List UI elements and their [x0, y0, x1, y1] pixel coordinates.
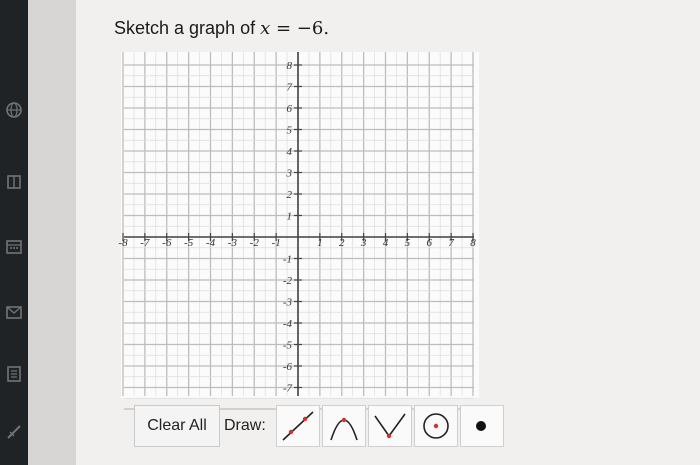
y-tick-label: 8 [287, 60, 293, 72]
draw-label: Draw: [224, 417, 266, 434]
y-tick-label: 2 [287, 189, 293, 201]
y-tick-label: -6 [283, 361, 293, 373]
x-tick-label: 3 [360, 237, 367, 249]
y-tick-label: -5 [283, 340, 293, 352]
clear-all-button[interactable]: Clear All [134, 405, 220, 447]
y-tick-label: 7 [287, 82, 293, 94]
graph-canvas[interactable]: -8 -7 -6 -5 -4 -3 -2 -1 1 2 3 4 5 6 7 8 87654321-1-2-3-… [0, 0, 700, 465]
x-tick-label: -4 [206, 237, 216, 249]
line-tool-button[interactable] [276, 405, 320, 447]
x-tick-label: 4 [383, 237, 389, 249]
y-tick-label: -1 [283, 254, 292, 266]
y-tick-label: 5 [287, 125, 293, 137]
x-tick-label: 8 [470, 237, 476, 249]
absolute-value-tool-button[interactable] [368, 405, 412, 447]
y-tick-label: -3 [283, 297, 293, 309]
x-tick-label: 7 [448, 237, 454, 249]
point-tool-icon [476, 421, 486, 431]
y-tick-label: 4 [287, 146, 293, 158]
line-tool-icon [282, 411, 314, 441]
x-tick-label: 2 [339, 237, 345, 249]
x-tick-label: -2 [250, 237, 260, 249]
x-tick-label: -5 [184, 237, 194, 249]
parabola-tool-button[interactable] [322, 405, 366, 447]
drawing-toolbar: Clear All Draw: [134, 405, 504, 449]
y-tick-label: -7 [283, 383, 293, 395]
y-tick-label: -4 [283, 318, 293, 330]
x-tick-label: -7 [140, 237, 150, 249]
circle-tool-icon [423, 413, 449, 439]
x-tick-label: 1 [317, 237, 323, 249]
x-tick-label: -8 [118, 237, 128, 249]
point-tool-button[interactable] [460, 405, 504, 447]
graph-area[interactable] [121, 52, 479, 398]
parabola-tool-icon [330, 417, 358, 441]
x-tick-label: 6 [427, 237, 433, 249]
x-tick-label: -1 [272, 237, 281, 249]
y-tick-label: 1 [287, 211, 293, 223]
x-tick-label: 5 [405, 237, 411, 249]
absolute-value-tool-icon [374, 413, 406, 439]
x-tick-label: -3 [228, 237, 238, 249]
y-tick-label: -2 [283, 275, 293, 287]
y-tick-label: 6 [287, 103, 293, 115]
circle-tool-button[interactable] [414, 405, 458, 447]
y-tick-label: 3 [286, 168, 293, 180]
x-tick-label: -6 [162, 237, 172, 249]
